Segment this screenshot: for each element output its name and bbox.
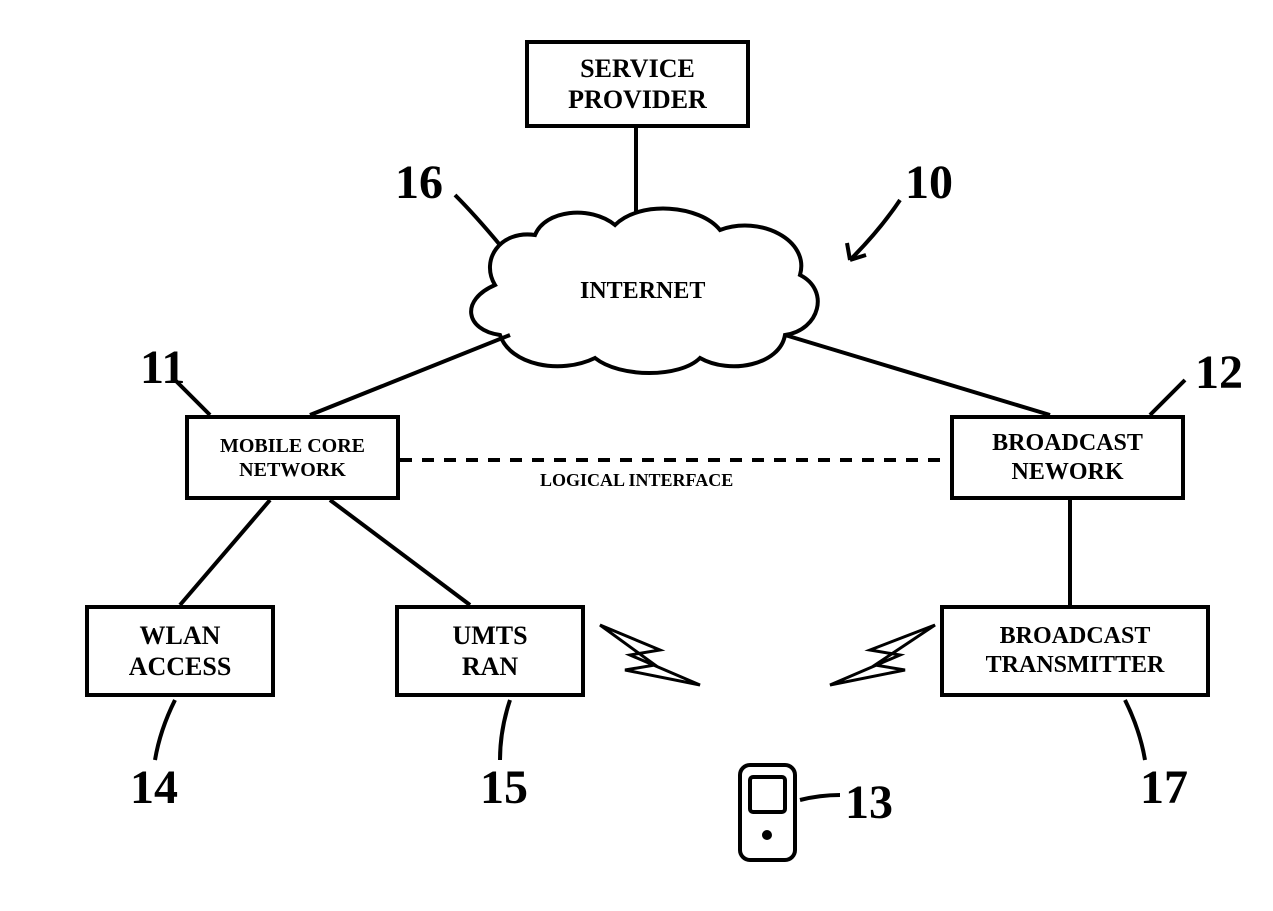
ref-16: 16 — [395, 155, 443, 210]
broadcast-transmitter-box: BROADCAST TRANSMITTER — [940, 605, 1210, 697]
ref-15: 15 — [480, 760, 528, 815]
mobile-core-network-box: MOBILE CORE NETWORK — [185, 415, 400, 500]
ref-10: 10 — [905, 155, 953, 210]
ref-11: 11 — [140, 340, 185, 395]
broadcast-network-box: BROADCAST NEWORK — [950, 415, 1185, 500]
wlan-access-box: WLAN ACCESS — [85, 605, 275, 697]
ref-14: 14 — [130, 760, 178, 815]
logical-interface-label: LOGICAL INTERFACE — [540, 470, 733, 491]
internet-text: INTERNET — [580, 278, 705, 305]
ref-17: 17 — [1140, 760, 1188, 815]
internet-cloud-label: INTERNET — [580, 278, 705, 305]
service-provider-box: SERVICE PROVIDER — [525, 40, 750, 128]
ref-13: 13 — [845, 775, 893, 830]
ref-12: 12 — [1195, 345, 1243, 400]
umts-ran-box: UMTS RAN — [395, 605, 585, 697]
mobile-phone-icon — [740, 765, 795, 860]
